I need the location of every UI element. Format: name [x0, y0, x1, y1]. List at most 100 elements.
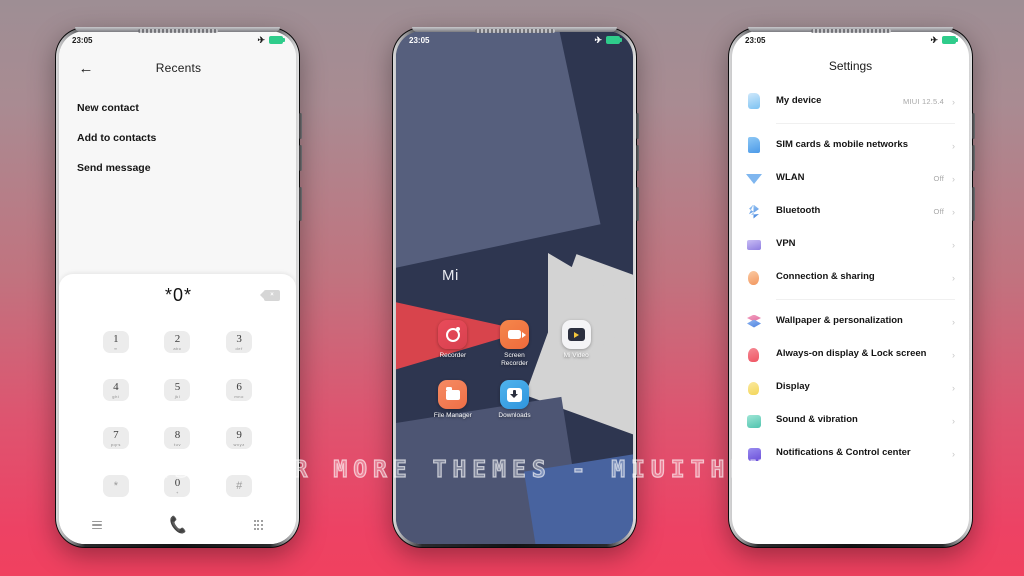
earpiece-speaker [474, 29, 555, 33]
battery-icon [606, 36, 622, 44]
recorder-icon [438, 320, 468, 349]
settings-row-display[interactable]: Display › [732, 371, 969, 404]
chevron-right-icon: › [952, 316, 955, 327]
volume-up-button[interactable] [972, 113, 975, 139]
dialer-bottom-bar: 📞 [59, 510, 296, 544]
earpiece-speaker [137, 29, 218, 33]
dialpad-key-4[interactable]: 4 ghi [85, 366, 147, 414]
vpn-icon [746, 236, 762, 254]
app-downloads[interactable]: Downloads [484, 380, 546, 420]
dial-display: *0* × [59, 282, 296, 312]
key-digit: 9 [236, 428, 242, 441]
key-digit: 5 [174, 380, 181, 393]
wallpaper [396, 31, 633, 544]
dialpad-keys: 1 ∞ 2 abc 3 def 4 ghi 5 jkl 6 mno 7 pqrs… [59, 312, 296, 510]
settings-label: Bluetooth [776, 205, 821, 217]
key-digit: 7 [113, 428, 119, 441]
dialpad-key-1[interactable]: 1 ∞ [85, 318, 147, 366]
settings-row-connection-sharing[interactable]: Connection & sharing › [732, 261, 969, 294]
settings-value: Off [933, 174, 944, 183]
settings-row-always-on-display[interactable]: Always-on display & Lock screen › [732, 338, 969, 371]
settings-row-wlan[interactable]: WLAN Off › [732, 162, 969, 195]
file-manager-icon [438, 380, 468, 410]
dialer-phone: 23:05 ✈ ← Recents New contact Add to con… [55, 27, 302, 548]
dialpad-key-5[interactable]: 5 jkl [147, 366, 209, 414]
page-title: Recents [155, 61, 202, 75]
dialpad-key-7[interactable]: 7 pqrs [85, 414, 147, 462]
key-letters: pqrs [110, 441, 121, 447]
device-icon [746, 92, 762, 111]
dialpad-key-hash[interactable]: # [208, 462, 270, 510]
settings-phone: 23:05 ✈ Settings My device MIUI 12.5.4 ›… [728, 27, 975, 548]
status-bar: 23:05 ✈ [59, 31, 296, 49]
settings-row-my-device[interactable]: My device MIUI 12.5.4 › [732, 85, 969, 118]
key-digit: 6 [236, 380, 242, 393]
key-digit: 0 [174, 476, 181, 489]
chevron-right-icon: › [952, 349, 955, 360]
menu-item-send-message[interactable]: Send message [59, 153, 296, 183]
menu-item-add-to-contacts[interactable]: Add to contacts [59, 123, 296, 153]
volume-down-button[interactable] [299, 145, 302, 171]
settings-value: MIUI 12.5.4 [903, 97, 944, 106]
dialpad-key-6[interactable]: 6 mno [208, 366, 270, 414]
settings-row-vpn[interactable]: VPN › [732, 228, 969, 261]
app-recorder[interactable]: Recorder [422, 320, 484, 368]
connection-sharing-icon [746, 269, 762, 287]
power-button[interactable] [972, 187, 975, 221]
volume-down-button[interactable] [636, 145, 639, 171]
backspace-icon[interactable]: × [260, 289, 280, 301]
settings-row-wallpaper[interactable]: Wallpaper & personalization › [732, 305, 969, 338]
dialpad-key-3[interactable]: 3 def [208, 318, 270, 366]
dialpad-key-star[interactable]: * [85, 462, 147, 510]
settings-label: SIM cards & mobile networks [776, 139, 908, 151]
dialpad-key-8[interactable]: 8 tuv [147, 414, 209, 462]
key-letters: abc [173, 345, 182, 351]
settings-row-notifications[interactable]: Notifications & Control center › [732, 437, 969, 470]
power-button[interactable] [636, 187, 639, 221]
key-digit: # [236, 479, 243, 492]
call-handset-icon[interactable]: 📞 [167, 515, 188, 535]
context-menu-list: New contact Add to contacts Send message [59, 87, 296, 183]
settings-label: Connection & sharing [776, 271, 875, 283]
wifi-icon [746, 170, 762, 188]
settings-label: WLAN [776, 172, 805, 184]
dialpad-key-9[interactable]: 9 wxyz [208, 414, 270, 462]
chevron-right-icon: › [952, 96, 955, 107]
chevron-right-icon: › [952, 206, 955, 217]
settings-label: VPN [776, 238, 796, 250]
volume-down-button[interactable] [972, 145, 975, 171]
settings-value: Off [933, 207, 944, 216]
key-digit: * [113, 479, 118, 492]
dialpad-key-0[interactable]: 0 + [147, 462, 209, 510]
chevron-right-icon: › [952, 173, 955, 184]
key-letters: + [176, 489, 179, 495]
app-label: Recorder [439, 352, 467, 359]
always-on-display-icon [746, 346, 762, 364]
status-bar: 23:05 ✈ [732, 31, 969, 49]
app-file-manager[interactable]: File Manager [422, 380, 484, 420]
app-screen-recorder[interactable]: Screen Recorder [484, 320, 546, 368]
back-arrow-icon[interactable]: ← [75, 57, 97, 79]
chevron-right-icon: › [952, 415, 955, 426]
volume-up-button[interactable] [636, 113, 639, 139]
hamburger-menu-icon[interactable] [92, 520, 103, 530]
app-mi-video[interactable]: Mi Video [545, 320, 607, 368]
settings-label: Sound & vibration [776, 414, 858, 426]
menu-item-new-contact[interactable]: New contact [59, 93, 296, 123]
settings-row-bluetooth[interactable]: Bluetooth Off › [732, 195, 969, 228]
keypad-grid-icon[interactable] [253, 520, 263, 530]
list-empty-area [59, 183, 296, 274]
app-label: Mi Video [563, 352, 589, 359]
dialpad-key-2[interactable]: 2 abc [147, 318, 209, 366]
mi-logo-text: Mi [442, 267, 459, 284]
settings-row-sim-cards[interactable]: SIM cards & mobile networks › [732, 129, 969, 162]
key-letters: mno [234, 393, 244, 399]
bluetooth-icon [746, 203, 762, 221]
power-button[interactable] [299, 187, 302, 221]
settings-row-sound-vibration[interactable]: Sound & vibration › [732, 404, 969, 437]
dialer-header: ← Recents [59, 49, 296, 87]
airplane-icon: ✈ [594, 34, 602, 45]
volume-up-button[interactable] [299, 113, 302, 139]
phone2-screen: 23:05 ✈ Mi Recorder Screen Recorder Mi V… [396, 31, 633, 544]
key-letters: wxyz [233, 441, 245, 447]
